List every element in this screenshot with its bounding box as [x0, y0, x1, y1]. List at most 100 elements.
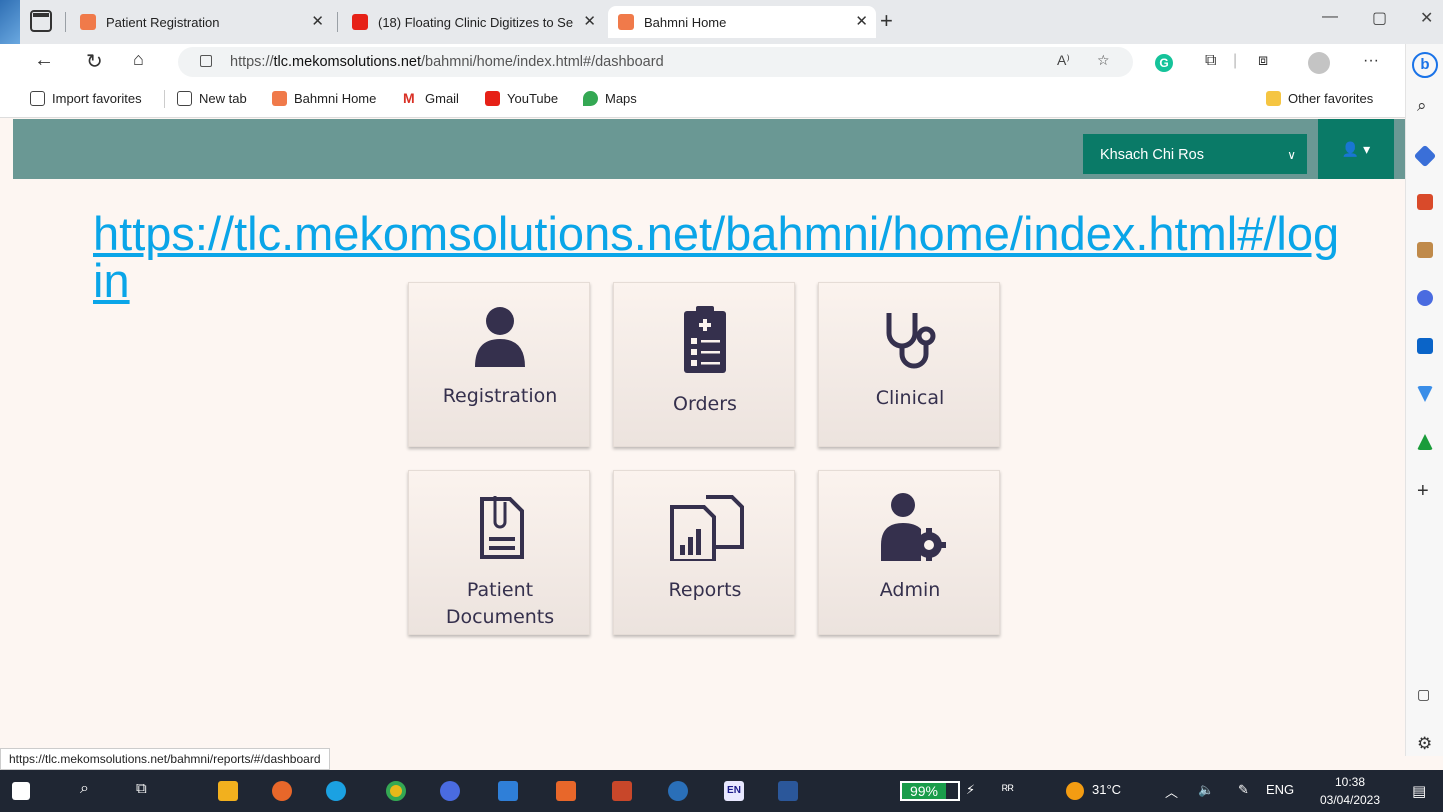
- url-host: tlc.mekomsolutions.net: [273, 54, 422, 70]
- new-tab-icon: [177, 91, 192, 106]
- import-icon: [30, 91, 45, 106]
- chevron-up-icon[interactable]: ︿: [1165, 782, 1178, 801]
- app-tile-reports[interactable]: Reports: [613, 470, 795, 635]
- minimize-button[interactable]: —: [1322, 8, 1338, 26]
- add-sidebar-app-icon[interactable]: +: [1417, 480, 1429, 503]
- tile-label: Clinical: [875, 387, 945, 409]
- plug-icon: ⚡: [966, 782, 976, 797]
- favorites-separator: [164, 90, 165, 108]
- app-tile-clinical[interactable]: Clinical: [818, 282, 1000, 447]
- chrome-icon[interactable]: [386, 781, 406, 801]
- add-favorite-icon[interactable]: ☆: [1097, 52, 1110, 69]
- firefox-icon[interactable]: [272, 781, 292, 801]
- games-icon[interactable]: [1417, 242, 1433, 258]
- task-view-icon[interactable]: ⧉: [136, 780, 147, 797]
- tools-icon[interactable]: [1417, 194, 1433, 210]
- close-tab-icon[interactable]: ✕: [855, 12, 868, 30]
- app-tile-admin[interactable]: Admin: [818, 470, 1000, 635]
- search-icon[interactable]: ⌕: [80, 780, 89, 798]
- refresh-icon[interactable]: ↻: [86, 49, 103, 74]
- maximize-button[interactable]: ▢: [1372, 8, 1387, 28]
- tag-icon[interactable]: [1413, 144, 1437, 168]
- weather-sun-icon[interactable]: [1066, 782, 1084, 800]
- store-icon[interactable]: [498, 781, 518, 801]
- home-icon[interactable]: ⌂: [133, 49, 144, 70]
- favorite-label: Bahmni Home: [294, 91, 377, 106]
- tab-title: Bahmni Home: [644, 14, 727, 30]
- foxit-pdf-icon[interactable]: [556, 781, 576, 801]
- tab-youtube[interactable]: (18) Floating Clinic Digitizes to Se ✕: [342, 6, 604, 38]
- back-arrow-icon[interactable]: ←: [34, 49, 54, 72]
- grammarly-icon[interactable]: G: [1155, 54, 1173, 72]
- settings-gear-icon[interactable]: ⚙: [1417, 734, 1432, 754]
- favorite-new-tab[interactable]: New tab: [177, 91, 247, 106]
- speaker-icon[interactable]: 🔈: [1198, 782, 1214, 798]
- tab-bahmni-home[interactable]: Bahmni Home ✕: [608, 6, 876, 38]
- favorite-youtube[interactable]: YouTube: [485, 91, 558, 106]
- search-app-icon[interactable]: [668, 781, 688, 801]
- tab-actions-icon[interactable]: [30, 10, 52, 32]
- battery-indicator[interactable]: 99%: [900, 781, 960, 801]
- more-menu-icon[interactable]: ···: [1363, 52, 1379, 70]
- app-tile-registration[interactable]: Registration: [408, 282, 590, 447]
- favorite-maps[interactable]: Maps: [583, 91, 637, 106]
- notifications-icon[interactable]: ▤: [1412, 782, 1426, 800]
- new-tab-button[interactable]: +: [880, 8, 893, 34]
- tile-label: Orders: [673, 393, 737, 415]
- search-icon[interactable]: ⌕: [1417, 96, 1427, 116]
- url-input[interactable]: https://tlc.mekomsolutions.net/bahmni/ho…: [178, 47, 1133, 77]
- stethoscope-icon: [886, 313, 936, 369]
- word-icon[interactable]: [778, 781, 798, 801]
- language-indicator[interactable]: ENG: [1266, 782, 1294, 797]
- en-dictionary-icon[interactable]: EN: [724, 781, 744, 801]
- gmail-icon: M: [403, 91, 418, 106]
- favorite-label: Gmail: [425, 91, 459, 106]
- close-tab-icon[interactable]: ✕: [583, 12, 596, 30]
- favorite-import[interactable]: Import favorites: [30, 91, 142, 106]
- tab-separator: [337, 12, 338, 32]
- app-tile-orders[interactable]: Orders: [613, 282, 795, 447]
- profile-avatar[interactable]: [1308, 52, 1330, 74]
- tile-label: Patient: [466, 579, 534, 601]
- caret-down-icon: ▾: [1363, 141, 1371, 157]
- maps-pin-icon: [583, 91, 598, 106]
- windows-start-icon[interactable]: [12, 782, 30, 800]
- pen-icon[interactable]: ✎: [1238, 782, 1249, 798]
- app-tile-patient-documents[interactable]: Patient Documents: [408, 470, 590, 635]
- sidebar-layout-icon[interactable]: ▢: [1417, 686, 1430, 703]
- tree-icon[interactable]: [1417, 434, 1433, 450]
- other-favorites[interactable]: Other favorites: [1266, 91, 1373, 106]
- edge-icon[interactable]: [326, 781, 346, 801]
- collections-icon[interactable]: ⧈: [1258, 52, 1268, 70]
- overlay-login-link[interactable]: https://tlc.mekomsolutions.net/bahmni/ho…: [93, 210, 1343, 304]
- file-explorer-icon[interactable]: [218, 781, 238, 801]
- favorite-label: Maps: [605, 91, 637, 106]
- bing-chat-icon[interactable]: b: [1412, 52, 1438, 78]
- address-bar: ← ↻ ⌂ https://tlc.mekomsolutions.net/bah…: [0, 44, 1405, 80]
- send-icon[interactable]: [1417, 386, 1433, 402]
- bahmni-favicon-icon: [618, 14, 634, 30]
- location-select[interactable]: Khsach Chi Ros ∨: [1083, 134, 1307, 174]
- powerpoint-icon[interactable]: [612, 781, 632, 801]
- clock[interactable]: 10:38 03/04/2023: [1310, 773, 1390, 809]
- read-aloud-icon[interactable]: A⁾: [1057, 52, 1070, 69]
- edge-sidebar: b ⌕ + ▢ ⚙: [1405, 44, 1443, 756]
- close-window-button[interactable]: ✕: [1420, 8, 1433, 28]
- office-icon[interactable]: [1417, 290, 1433, 306]
- favorite-bahmni-home[interactable]: Bahmni Home: [272, 91, 376, 106]
- outlook-icon[interactable]: [1417, 338, 1433, 354]
- user-doctor-icon: 👤: [1341, 141, 1360, 157]
- tab-title: (18) Floating Clinic Digitizes to Se: [378, 14, 574, 30]
- copilot-icon[interactable]: [440, 781, 460, 801]
- people-icon[interactable]: ᴿᴿ: [1002, 782, 1014, 797]
- user-menu-button[interactable]: 👤 ▾: [1318, 119, 1394, 179]
- battery-percent: 99%: [902, 783, 946, 799]
- document-icon: [480, 496, 524, 559]
- temperature[interactable]: 31°C: [1092, 782, 1121, 797]
- tab-patient-registration[interactable]: Patient Registration ✕: [70, 6, 332, 38]
- extensions-icon[interactable]: ⧉: [1205, 52, 1216, 70]
- tab-separator: [65, 12, 66, 32]
- favorite-gmail[interactable]: M Gmail: [403, 91, 459, 106]
- close-tab-icon[interactable]: ✕: [311, 12, 324, 30]
- tab-strip: Patient Registration ✕ (18) Floating Cli…: [0, 0, 1443, 44]
